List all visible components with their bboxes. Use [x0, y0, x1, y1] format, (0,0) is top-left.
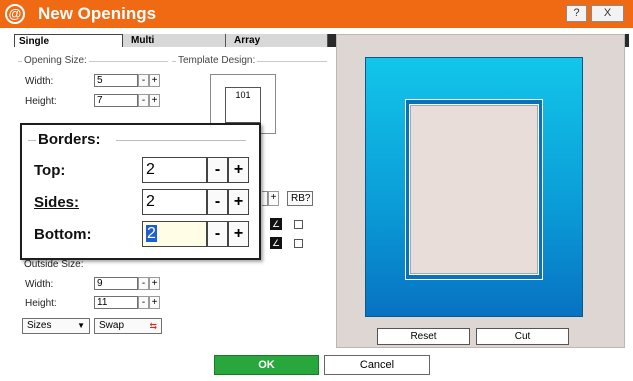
outside-height-input[interactable]: 11 — [94, 296, 138, 309]
border-sides-input[interactable]: 2 — [142, 189, 207, 215]
border-top-label: Top: — [34, 162, 66, 179]
outside-height-label: Height: — [25, 298, 57, 309]
option-checkbox-2[interactable] — [294, 239, 303, 248]
opening-height-input[interactable]: 7 — [94, 94, 138, 107]
opening-height-label: Height: — [25, 96, 57, 107]
outside-swap-label: Swap — [99, 320, 125, 331]
border-bottom-selected-text: 2 — [146, 225, 157, 242]
outside-width-increment[interactable]: + — [149, 277, 160, 290]
opening-height-decrement[interactable]: - — [138, 94, 149, 107]
outside-width-input[interactable]: 9 — [94, 277, 138, 290]
help-button[interactable]: ? — [566, 5, 587, 22]
opening-width-input[interactable]: 5 — [94, 74, 138, 87]
borders-group-line-right — [116, 140, 246, 141]
border-sides-increment[interactable]: + — [228, 189, 249, 215]
borders-group-line-left — [28, 140, 36, 141]
tab-array[interactable]: Array — [226, 34, 328, 47]
reset-button[interactable]: Reset — [377, 328, 470, 345]
outside-width-decrement[interactable]: - — [138, 277, 149, 290]
ok-button[interactable]: OK — [214, 355, 319, 375]
border-top-decrement[interactable]: - — [207, 157, 228, 183]
opening-width-label: Width: — [25, 76, 54, 87]
border-sides-label: Sides: — [34, 194, 80, 211]
pen-icon[interactable]: ∠ — [270, 218, 282, 230]
close-button[interactable]: X — [591, 5, 624, 22]
borders-legend: Borders: — [36, 131, 103, 148]
template-design-legend: Template Design: — [176, 55, 258, 66]
borders-popup: Borders: Top: 2 - + Sides: 2 - + Bottom:… — [20, 123, 261, 260]
opening-width-decrement[interactable]: - — [138, 74, 149, 87]
outside-swap-button[interactable]: Swap ⇆ — [94, 318, 162, 334]
outside-width-label: Width: — [25, 279, 54, 290]
cut-button[interactable]: Cut — [476, 328, 569, 345]
outside-size-legend: Outside Size: — [24, 259, 84, 270]
pen-icon[interactable]: ∠ — [270, 237, 282, 249]
border-bottom-label: Bottom: — [34, 226, 92, 243]
border-top-increment[interactable]: + — [228, 157, 249, 183]
outside-sizes-dropdown[interactable]: Sizes ▼ — [22, 318, 90, 334]
tab-multi[interactable]: Multi — [123, 34, 226, 47]
border-bottom-input[interactable]: 2 — [142, 221, 207, 247]
border-bottom-increment[interactable]: + — [228, 221, 249, 247]
option-checkbox-1[interactable] — [294, 220, 303, 229]
rb-button[interactable]: RB? — [287, 191, 313, 206]
app-logo-icon: @ — [5, 4, 25, 24]
title-bar: @ New Openings ? X — [0, 0, 633, 28]
partial-increment-button[interactable]: + — [268, 191, 279, 206]
border-sides-decrement[interactable]: - — [207, 189, 228, 215]
opening-size-legend: Opening Size: — [22, 55, 89, 66]
outside-height-increment[interactable]: + — [149, 296, 160, 309]
opening-preview — [409, 104, 539, 275]
outside-sizes-label: Sizes — [27, 320, 52, 331]
border-bottom-decrement[interactable]: - — [207, 221, 228, 247]
new-openings-dialog: @ New Openings ? X Single Multi Array Op… — [0, 0, 633, 381]
border-top-input[interactable]: 2 — [142, 157, 207, 183]
cancel-button[interactable]: Cancel — [324, 355, 430, 375]
outside-height-decrement[interactable]: - — [138, 296, 149, 309]
window-title: New Openings — [38, 4, 157, 23]
chevron-down-icon: ▼ — [77, 321, 85, 330]
opening-width-increment[interactable]: + — [149, 74, 160, 87]
swap-icon: ⇆ — [149, 321, 157, 331]
opening-height-increment[interactable]: + — [149, 94, 160, 107]
template-design-value: 101 — [225, 87, 261, 123]
tab-single[interactable]: Single — [14, 34, 123, 47]
